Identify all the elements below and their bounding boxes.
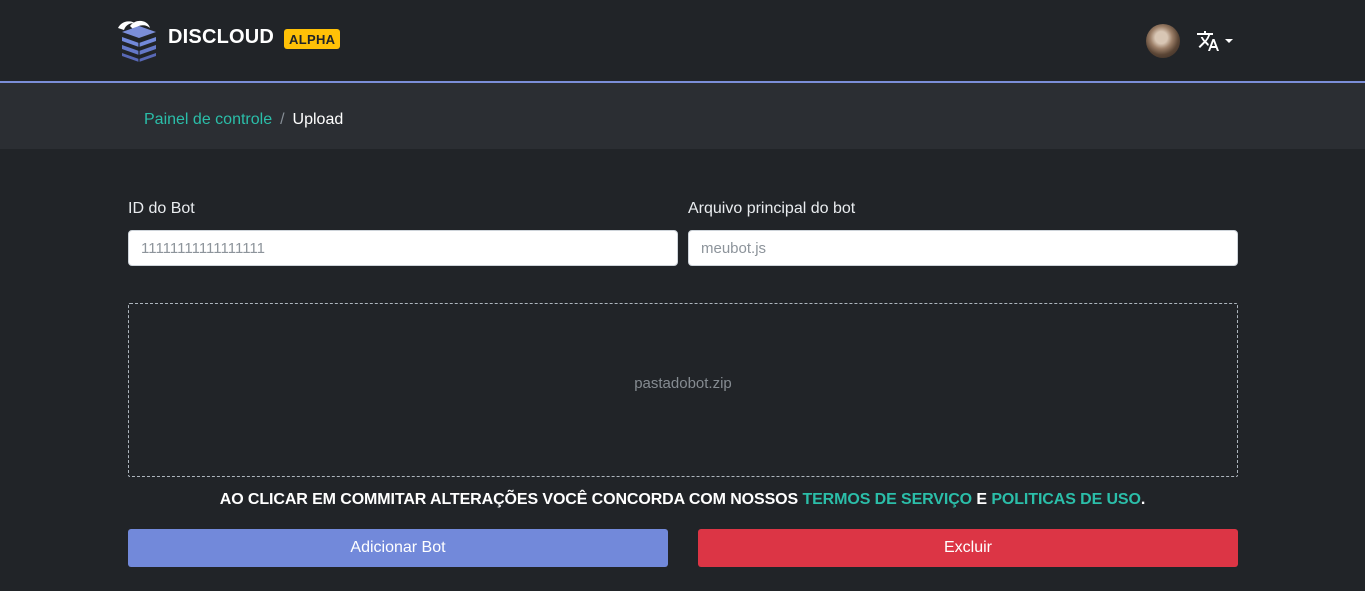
language-dropdown[interactable] [1196,28,1234,54]
brand-name: DISCLOUD [168,26,275,48]
breadcrumb-link-dashboard[interactable]: Painel de controle [144,111,272,129]
usage-policies-link[interactable]: POLITICAS DE USO [991,491,1141,508]
breadcrumb-separator: / [280,111,285,128]
terms-of-service-link[interactable]: TERMOS DE SERVIÇO [802,491,972,508]
zip-upload-dropzone[interactable]: pastadobot.zip [128,303,1238,477]
brand[interactable]: DISCLOUD ALPHA [116,18,341,62]
main-file-label: Arquivo principal do bot [688,200,856,217]
discloud-logo-icon [118,20,156,62]
top-navbar: DISCLOUD ALPHA [0,0,1365,83]
breadcrumb-bar: Painel de controle / Upload [0,83,1365,149]
add-bot-button[interactable]: Adicionar Bot [128,529,668,567]
caret-down-icon [1225,39,1233,43]
alpha-badge: ALPHA [284,28,341,49]
main-file-input[interactable] [688,230,1238,266]
delete-button[interactable]: Excluir [698,529,1238,567]
terms-conjunction: E [976,491,987,508]
terms-notice: AO CLICAR EM COMMITAR ALTERAÇÕES VOCÊ CO… [0,491,1365,509]
terms-suffix: . [1140,491,1146,508]
bot-id-input[interactable] [128,230,678,266]
dropzone-placeholder: pastadobot.zip [634,374,732,392]
breadcrumb: Painel de controle / Upload [144,111,343,129]
breadcrumb-current: Upload [292,111,344,128]
user-avatar[interactable] [1146,24,1180,58]
terms-prefix: AO CLICAR EM COMMITAR ALTERAÇÕES VOCÊ CO… [219,491,799,508]
bot-id-label: ID do Bot [128,200,195,217]
translate-icon [1197,31,1219,51]
